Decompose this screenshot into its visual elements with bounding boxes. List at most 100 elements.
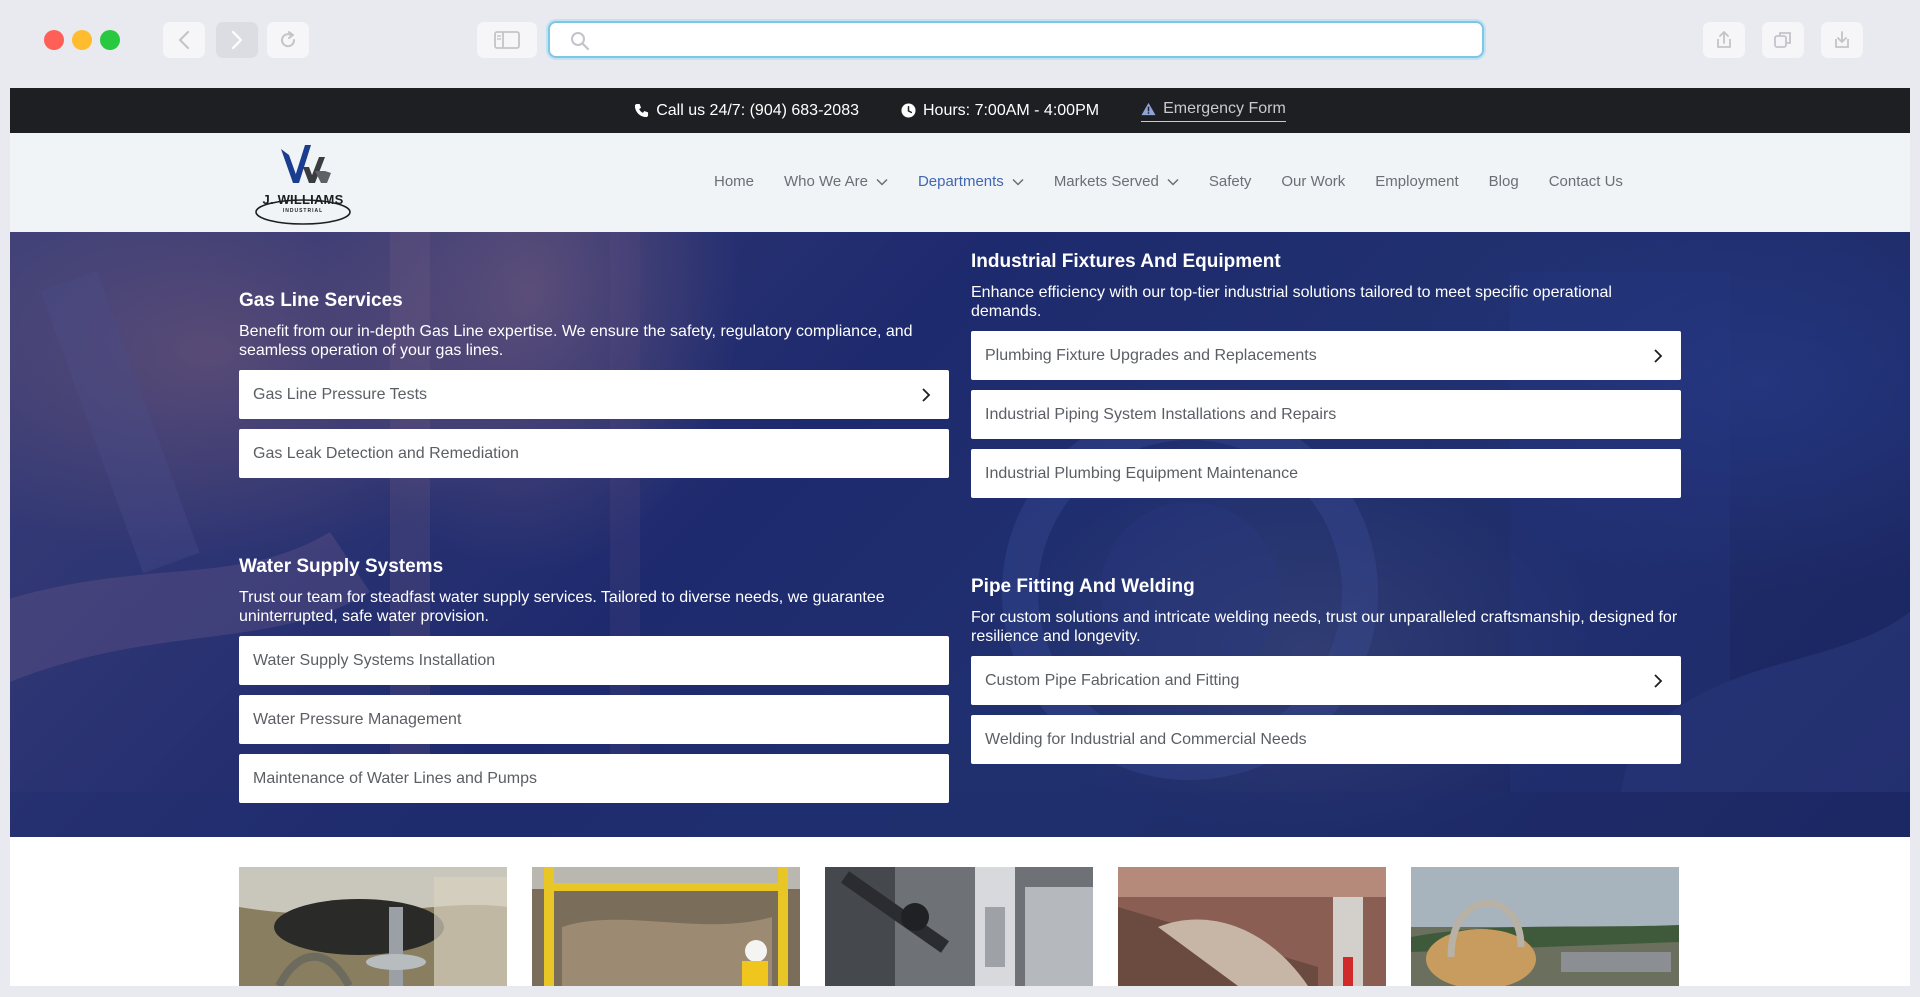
nav-item-employment[interactable]: Employment	[1375, 173, 1458, 190]
gallery-image[interactable]	[239, 867, 507, 986]
chevron-right-icon	[922, 387, 931, 402]
nav-item-our-work[interactable]: Our Work	[1281, 173, 1345, 190]
top-info-bar: Call us 24/7: (904) 683-2083 Hours: 7:00…	[10, 88, 1910, 133]
nav-item-home[interactable]: Home	[714, 173, 754, 190]
gas-line-services-section: Gas Line Services Benefit from our in-de…	[239, 290, 949, 488]
share-button[interactable]	[1703, 22, 1745, 58]
services-hero: Gas Line Services Benefit from our in-de…	[10, 232, 1910, 837]
reload-button[interactable]	[267, 22, 309, 58]
tabs-overview-button[interactable]	[1762, 22, 1804, 58]
hours-text: Hours: 7:00AM - 4:00PM	[923, 101, 1100, 119]
link-label: Plumbing Fixture Upgrades and Replacemen…	[985, 346, 1317, 364]
service-link-gas-leak-detection[interactable]: Gas Leak Detection and Remediation	[239, 429, 949, 478]
gallery-image[interactable]	[825, 867, 1093, 986]
nav-label: Blog	[1488, 173, 1519, 190]
sidebar-icon	[494, 31, 520, 49]
service-link-gas-pressure-tests[interactable]: Gas Line Pressure Tests	[239, 370, 949, 419]
section-title: Gas Line Services	[239, 290, 403, 311]
download-icon	[1835, 31, 1849, 48]
service-link-industrial-piping[interactable]: Industrial Piping System Installations a…	[971, 390, 1681, 439]
service-link-custom-pipe-fabrication[interactable]: Custom Pipe Fabrication and Fitting	[971, 656, 1681, 705]
service-link-plumbing-fixture-upgrades[interactable]: Plumbing Fixture Upgrades and Replacemen…	[971, 331, 1681, 380]
hours-info: Hours: 7:00AM - 4:00PM	[901, 102, 1099, 120]
chevron-right-icon	[1654, 673, 1663, 688]
outdoor-tank-photo	[1411, 867, 1679, 986]
tabs-icon	[1774, 32, 1791, 48]
service-link-water-pressure[interactable]: Water Pressure Management	[239, 695, 949, 744]
link-label: Custom Pipe Fabrication and Fitting	[985, 671, 1240, 689]
chevron-down-icon	[876, 178, 888, 186]
nav-item-safety[interactable]: Safety	[1209, 173, 1252, 190]
link-label: Industrial Plumbing Equipment Maintenanc…	[985, 464, 1299, 482]
pipe-fitting-section: Pipe Fitting And Welding For custom solu…	[971, 576, 1681, 774]
downloads-button[interactable]	[1821, 22, 1863, 58]
chevron-left-icon	[178, 30, 190, 50]
link-label: Gas Leak Detection and Remediation	[253, 444, 519, 462]
gallery-image[interactable]	[1118, 867, 1386, 986]
warning-icon	[1141, 102, 1156, 115]
back-button[interactable]	[163, 22, 205, 58]
water-supply-section: Water Supply Systems Trust our team for …	[239, 556, 949, 813]
sidebar-toggle-button[interactable]	[477, 22, 537, 58]
link-label: Water Supply Systems Installation	[253, 651, 496, 669]
phone-text: Call us 24/7: (904) 683-2083	[656, 101, 859, 119]
section-title: Industrial Fixtures And Equipment	[971, 251, 1281, 272]
industrial-fixtures-section: Industrial Fixtures And Equipment Enhanc…	[971, 251, 1681, 508]
gallery-image[interactable]	[532, 867, 800, 986]
minimize-window-button[interactable]	[72, 30, 92, 50]
link-label: Welding for Industrial and Commercial Ne…	[985, 730, 1307, 748]
section-description: Benefit from our in-depth Gas Line exper…	[239, 323, 913, 359]
chevron-right-icon	[1654, 348, 1663, 363]
nav-menu: Home Who We Are Departments Markets Serv…	[714, 173, 1623, 190]
clock-icon	[901, 103, 916, 118]
link-label: Industrial Piping System Installations a…	[985, 405, 1337, 423]
nav-item-blog[interactable]: Blog	[1489, 173, 1519, 190]
section-description: Enhance efficiency with our top-tier ind…	[971, 284, 1612, 320]
link-label: Maintenance of Water Lines and Pumps	[253, 769, 538, 787]
gallery-image[interactable]	[1411, 867, 1679, 986]
section-title: Water Supply Systems	[239, 556, 444, 577]
section-title: Pipe Fitting And Welding	[971, 576, 1195, 597]
phone-info[interactable]: Call us 24/7: (904) 683-2083	[634, 102, 859, 120]
chevron-down-icon	[1167, 178, 1179, 186]
link-label: Gas Line Pressure Tests	[253, 385, 428, 403]
nav-label: Departments	[917, 173, 1004, 190]
search-icon	[571, 32, 590, 51]
plumbing-photo	[239, 867, 507, 986]
nav-label: Home	[714, 173, 755, 190]
service-link-water-supply-installation[interactable]: Water Supply Systems Installation	[239, 636, 949, 685]
page-viewport: Call us 24/7: (904) 683-2083 Hours: 7:00…	[10, 88, 1910, 986]
chevron-right-icon	[231, 30, 243, 50]
logo-subtitle: INDUSTRIAL	[282, 208, 324, 214]
nav-item-departments[interactable]: Departments	[918, 173, 1024, 190]
browser-toolbar	[0, 0, 1920, 88]
industrial-pipe-photo	[1118, 867, 1386, 986]
service-link-welding[interactable]: Welding for Industrial and Commercial Ne…	[971, 715, 1681, 764]
nav-label: Contact Us	[1548, 173, 1623, 190]
nav-item-markets-served[interactable]: Markets Served	[1054, 173, 1179, 190]
company-logo[interactable]: J. WILLIAMS INDUSTRIAL	[253, 137, 353, 227]
mechanical-room-photo	[825, 867, 1093, 986]
chevron-down-icon	[1012, 178, 1024, 186]
main-navigation: J. WILLIAMS INDUSTRIAL Home Who We Are D…	[10, 133, 1910, 232]
section-description: For custom solutions and intricate weldi…	[971, 609, 1678, 645]
nav-label: Safety	[1208, 173, 1252, 190]
forward-button[interactable]	[216, 22, 258, 58]
close-window-button[interactable]	[44, 30, 64, 50]
emergency-form-link[interactable]: Emergency Form	[1141, 100, 1286, 122]
nav-label: Employment	[1375, 173, 1459, 190]
service-link-water-lines-maintenance[interactable]: Maintenance of Water Lines and Pumps	[239, 754, 949, 803]
emergency-text: Emergency Form	[1163, 99, 1286, 117]
address-bar[interactable]	[548, 21, 1484, 58]
reload-icon	[281, 31, 296, 48]
nav-label: Markets Served	[1053, 173, 1159, 190]
service-link-equipment-maintenance[interactable]: Industrial Plumbing Equipment Maintenanc…	[971, 449, 1681, 498]
maximize-window-button[interactable]	[100, 30, 120, 50]
logo-name: J. WILLIAMS	[262, 192, 344, 207]
nav-item-who-we-are[interactable]: Who We Are	[784, 173, 888, 190]
share-icon	[1717, 31, 1731, 48]
phone-icon	[635, 103, 649, 118]
nav-label: Who We Are	[784, 173, 868, 190]
nav-item-contact-us[interactable]: Contact Us	[1549, 173, 1623, 190]
link-label: Water Pressure Management	[253, 710, 462, 728]
